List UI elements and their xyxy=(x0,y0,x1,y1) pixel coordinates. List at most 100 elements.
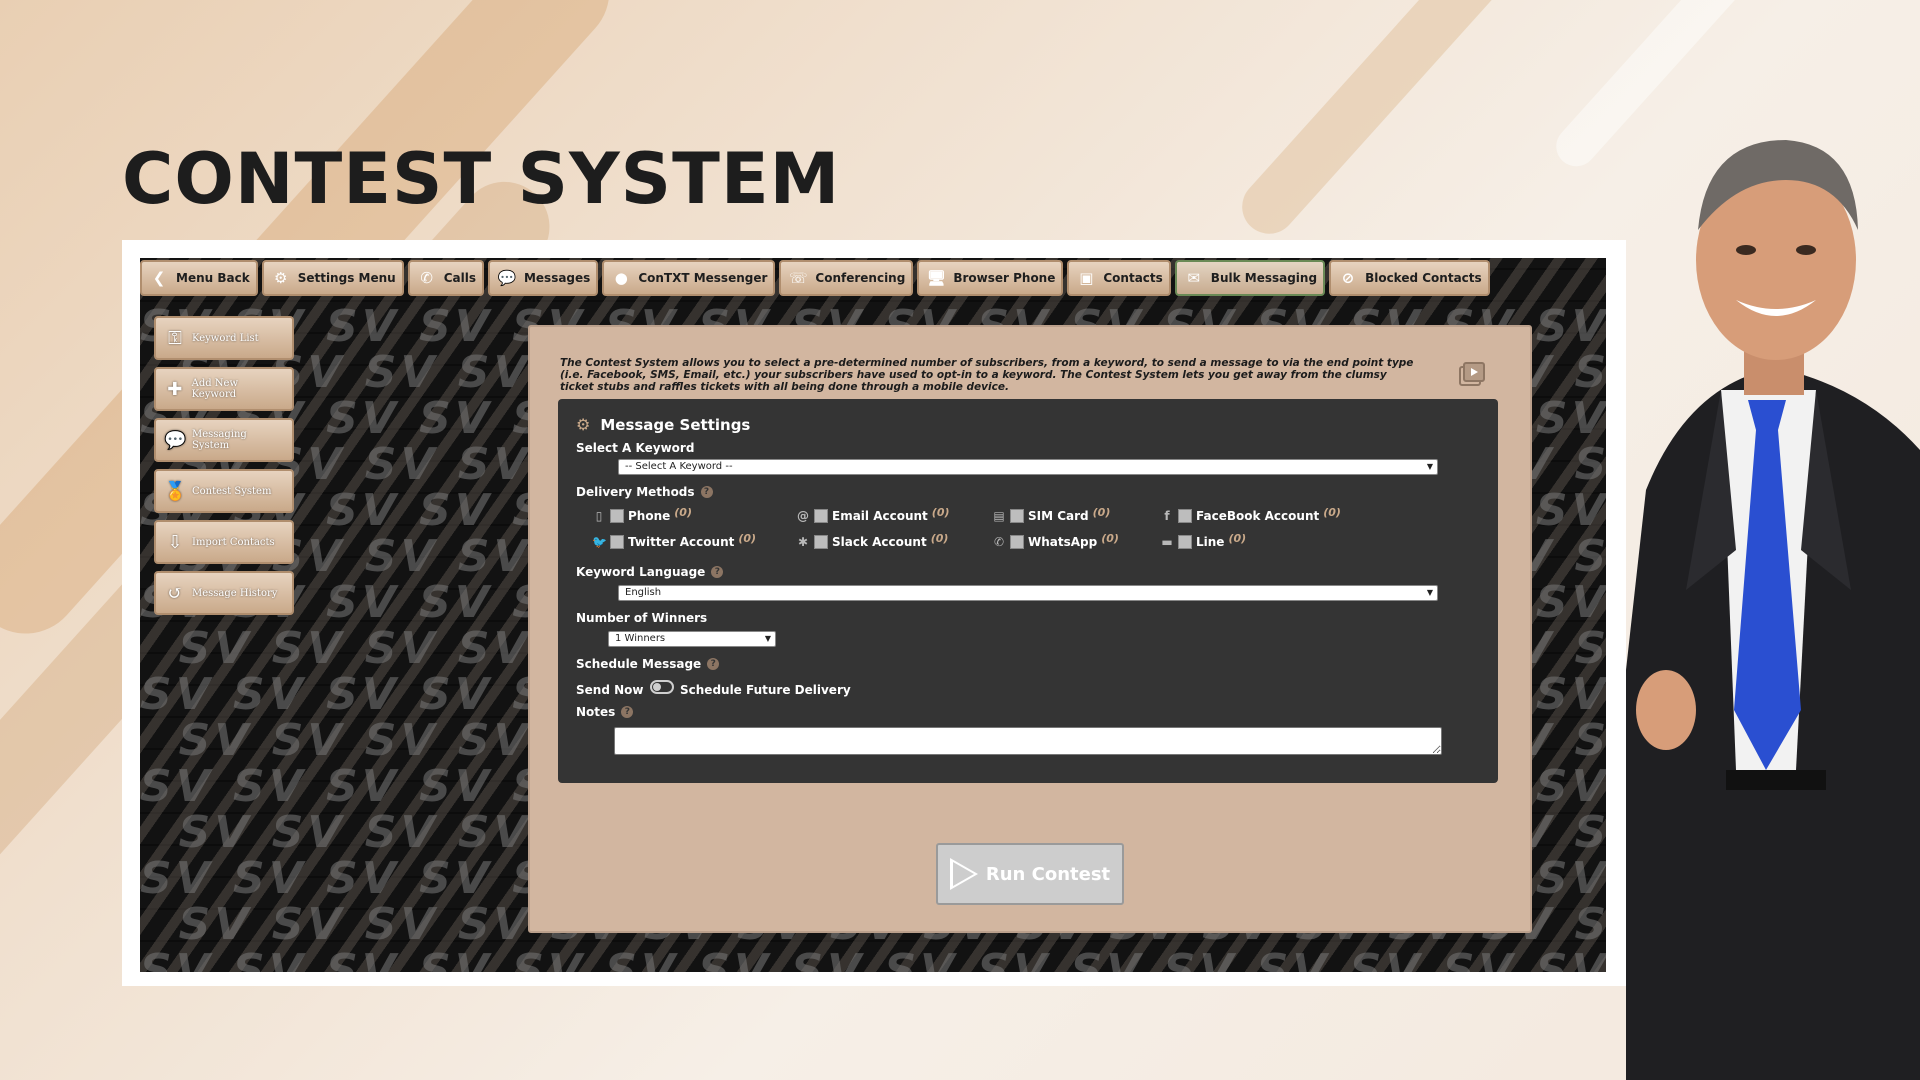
chevron-down-icon: ▼ xyxy=(1426,462,1433,471)
key-icon: ⚿ xyxy=(168,327,182,349)
email-checkbox[interactable] xyxy=(814,509,828,523)
slack-icon: ✱ xyxy=(797,535,809,549)
blocked-contact-icon: ⊘ xyxy=(1341,269,1355,287)
delivery-count: (0) xyxy=(738,531,757,545)
sidebar-item-label: Import Contacts xyxy=(192,536,275,548)
delivery-label: WhatsApp xyxy=(1028,535,1098,549)
delivery-count: (0) xyxy=(931,505,950,519)
sidebar-item-message-history[interactable]: ↺ Message History xyxy=(154,571,294,615)
top-navigation: ❮ Menu Back ⚙ Settings Menu ✆ Calls 💬 Me… xyxy=(140,260,1490,300)
settings-menu-button[interactable]: ⚙ Settings Menu xyxy=(261,260,404,296)
sidebar-item-import-contacts[interactable]: ⇩ Import Contacts xyxy=(154,520,294,564)
sidebar-item-label: Contest System xyxy=(192,485,272,497)
number-of-winners-select[interactable]: 1 Winners ▼ xyxy=(608,631,776,647)
run-contest-button[interactable]: Run Contest xyxy=(936,843,1124,905)
nav-label: Settings Menu xyxy=(297,271,396,285)
video-tutorial-icon[interactable] xyxy=(1458,361,1486,389)
settings-title: Message Settings xyxy=(600,415,751,434)
chat-bubbles-icon: 💬 xyxy=(164,429,187,451)
at-sign-icon: @ xyxy=(797,509,809,523)
twitter-checkbox[interactable] xyxy=(610,535,624,549)
bulk-message-icon: ✉ xyxy=(1187,269,1201,287)
bulk-messaging-button[interactable]: ✉ Bulk Messaging xyxy=(1174,260,1326,296)
conferencing-button[interactable]: ☏ Conferencing xyxy=(779,260,914,296)
nav-label: Messages xyxy=(523,271,591,285)
schedule-toggle[interactable] xyxy=(650,680,674,694)
page-title: CONTEST SYSTEM xyxy=(122,138,841,220)
label-text: Keyword Language xyxy=(576,565,706,579)
gear-icon: ⚙ xyxy=(273,269,288,287)
keyword-select[interactable]: -- Select A Keyword -- ▼ xyxy=(618,459,1438,475)
calls-button[interactable]: ✆ Calls xyxy=(407,260,484,296)
contxt-messenger-button[interactable]: ● ConTXT Messenger xyxy=(602,260,776,296)
nav-label: Browser Phone xyxy=(953,271,1056,285)
twitter-icon: 🐦 xyxy=(592,535,607,549)
help-icon[interactable]: ? xyxy=(621,706,634,718)
language-select-value: English xyxy=(625,587,662,598)
facebook-checkbox[interactable] xyxy=(1178,509,1192,523)
delivery-method-phone: ▯ Phone (0) xyxy=(592,505,692,523)
delivery-methods-label: Delivery Methods ? xyxy=(576,485,713,499)
schedule-message-label: Schedule Message ? xyxy=(576,657,720,671)
notes-textarea[interactable] xyxy=(614,727,1442,755)
schedule-future-label: Schedule Future Delivery xyxy=(680,683,851,697)
businessman-photo xyxy=(1626,140,1920,1080)
help-icon[interactable]: ? xyxy=(700,486,713,498)
delivery-label: SIM Card xyxy=(1028,509,1089,523)
whatsapp-checkbox[interactable] xyxy=(1010,535,1024,549)
slack-checkbox[interactable] xyxy=(814,535,828,549)
keyword-language-select[interactable]: English ▼ xyxy=(618,585,1438,601)
phone-checkbox[interactable] xyxy=(610,509,624,523)
import-file-icon: ⇩ xyxy=(167,531,183,553)
main-panel: The Contest System allows you to select … xyxy=(528,325,1532,933)
keyword-language-label: Keyword Language ? xyxy=(576,565,724,579)
label-text: Number of Winners xyxy=(576,611,708,625)
whatsapp-icon: ✆ xyxy=(993,535,1005,549)
label-text: Delivery Methods xyxy=(576,485,695,499)
delivery-label: Twitter Account xyxy=(628,535,735,549)
sidebar-item-add-new-keyword[interactable]: ✚ Add New Keyword xyxy=(154,367,294,411)
sim-card-icon: ▤ xyxy=(993,509,1005,523)
delivery-label: Line xyxy=(1196,535,1225,549)
sim-card-checkbox[interactable] xyxy=(1010,509,1024,523)
nav-label: Contacts xyxy=(1103,271,1163,285)
app-window: SV SV SV SV SV SV SV SV SV SV SV SV SV S… xyxy=(140,258,1606,972)
delivery-method-line: ▬ Line (0) xyxy=(1160,531,1247,549)
line-checkbox[interactable] xyxy=(1178,535,1192,549)
chevron-down-icon: ▼ xyxy=(1426,588,1433,597)
delivery-label: FaceBook Account xyxy=(1196,509,1320,523)
sidebar-item-contest-system[interactable]: 🏅 Contest System xyxy=(154,469,294,513)
nav-label: Conferencing xyxy=(815,271,906,285)
delivery-count: (0) xyxy=(1101,531,1119,545)
delivery-count: (0) xyxy=(930,531,949,545)
delivery-method-email: @ Email Account (0) xyxy=(796,505,950,523)
browser-phone-button[interactable]: 🖥 Browser Phone xyxy=(917,260,1064,296)
nav-label: Blocked Contacts xyxy=(1365,271,1482,285)
chevron-down-icon: ▼ xyxy=(764,634,771,643)
sidebar-item-keyword-list[interactable]: ⚿ Keyword List xyxy=(154,316,294,360)
play-icon xyxy=(949,858,978,890)
select-keyword-label: Select A Keyword xyxy=(576,441,694,455)
label-text: Schedule Future Delivery xyxy=(680,683,851,697)
messages-button[interactable]: 💬 Messages xyxy=(487,260,599,296)
settings-header: ⚙ Message Settings xyxy=(576,415,750,434)
mobile-phone-icon: ▯ xyxy=(595,509,603,523)
phone-icon: ✆ xyxy=(420,269,433,287)
help-icon[interactable]: ? xyxy=(707,658,720,670)
run-contest-label: Run Contest xyxy=(985,863,1111,885)
nav-label: Calls xyxy=(443,271,476,285)
back-arrow-icon: ❮ xyxy=(152,269,166,287)
menu-back-button[interactable]: ❮ Menu Back xyxy=(140,260,258,296)
line-app-icon: ▬ xyxy=(1161,535,1173,549)
intro-text: The Contest System allows you to select … xyxy=(560,357,1414,393)
delivery-label: Slack Account xyxy=(832,535,927,549)
blocked-contacts-button[interactable]: ⊘ Blocked Contacts xyxy=(1329,260,1490,296)
sidebar-item-label: Message History xyxy=(192,587,278,599)
help-icon[interactable]: ? xyxy=(711,566,724,578)
contacts-button[interactable]: ▣ Contacts xyxy=(1067,260,1171,296)
delivery-count: (0) xyxy=(674,505,692,519)
delivery-count: (0) xyxy=(1228,531,1247,545)
sidebar-item-messaging-system[interactable]: 💬 Messaging System xyxy=(154,418,294,462)
keyword-select-value: -- Select A Keyword -- xyxy=(625,461,733,472)
delivery-method-twitter: 🐦 Twitter Account (0) xyxy=(592,531,757,549)
